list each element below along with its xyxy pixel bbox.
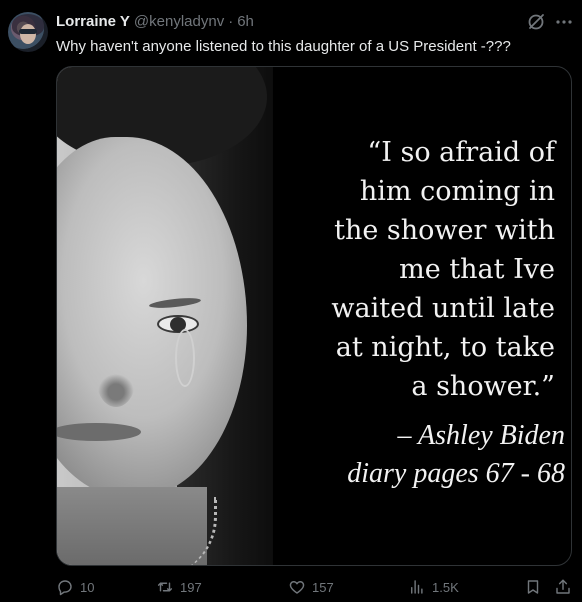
- attribution-line: diary pages 67 - 68: [347, 458, 565, 489]
- retweet-icon: [157, 582, 173, 592]
- quote-line: a shower.”: [411, 371, 555, 402]
- quote-line: at night, to take: [335, 332, 555, 363]
- like-count: 157: [312, 579, 334, 595]
- like-button[interactable]: 157: [288, 576, 334, 598]
- grok-icon[interactable]: [526, 12, 546, 32]
- quote-line: him coming in: [359, 176, 555, 207]
- attribution-line: – Ashley Biden: [397, 420, 565, 451]
- quote-line: “I so afraid of: [367, 137, 555, 168]
- header-separator: ·: [228, 13, 234, 30]
- bookmark-icon: [527, 580, 539, 594]
- reply-icon: [58, 580, 72, 596]
- tweet-time[interactable]: 6h: [237, 13, 254, 30]
- quote-line: the shower with: [334, 215, 555, 246]
- quote-line: waited until late: [331, 293, 555, 324]
- views-count: 1.5K: [432, 579, 459, 595]
- views-button[interactable]: 1.5K: [408, 576, 459, 598]
- more-icon[interactable]: [554, 12, 574, 32]
- tweet-header: Lorraine Y @kenyladynv · 6h: [56, 13, 522, 33]
- quote-attribution: – Ashley Biden diary pages 67 - 68: [307, 417, 565, 493]
- reply-count: 10: [80, 579, 95, 595]
- share-button[interactable]: [554, 576, 572, 598]
- retweet-button[interactable]: 197: [156, 576, 202, 598]
- bookmark-button[interactable]: [524, 576, 542, 598]
- tweet-image[interactable]: “I so afraid of him coming in the shower…: [56, 66, 572, 566]
- author-name[interactable]: Lorraine Y: [56, 13, 130, 30]
- quote-text: “I so afraid of him coming in the shower…: [307, 133, 555, 406]
- views-icon: [411, 580, 423, 594]
- share-icon: [556, 579, 570, 594]
- retweet-count: 197: [180, 579, 202, 595]
- quote-line: me that Ive: [399, 254, 555, 285]
- reply-button[interactable]: 10: [56, 576, 94, 598]
- author-avatar[interactable]: [8, 12, 48, 52]
- author-handle[interactable]: @kenyladynv: [134, 13, 224, 30]
- portrait-photo: [57, 67, 273, 565]
- heart-icon: [289, 581, 305, 594]
- tweet-actions: 10 197 157 1.5K: [56, 576, 576, 600]
- tweet-text: Why haven't anyone listened to this daug…: [56, 38, 511, 55]
